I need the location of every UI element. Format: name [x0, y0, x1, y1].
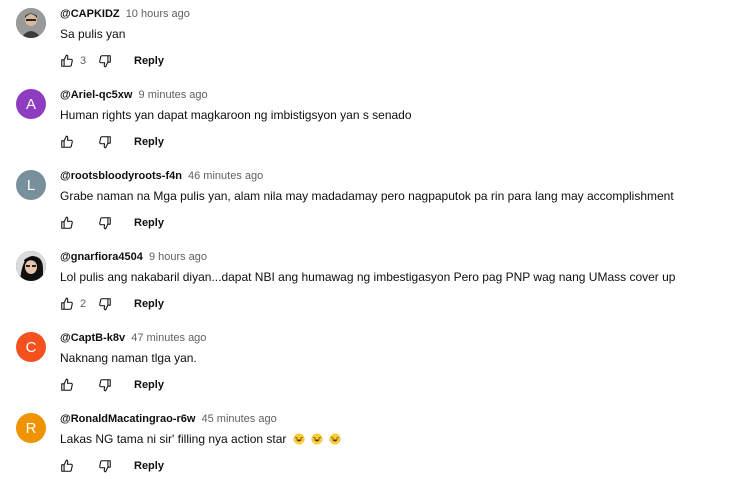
dislike-button[interactable] — [96, 376, 114, 394]
comment-text: Grabe naman na Mga pulis yan, alam nila … — [60, 189, 674, 203]
comment-item: @CAPKIDZ 10 hours ago Sa pulis yan 3 Rep… — [0, 0, 750, 80]
laughing-tears-emoji — [329, 433, 341, 445]
comment-text-line: Lakas NG tama ni sir' filling nya action… — [60, 432, 341, 446]
reply-button[interactable]: Reply — [134, 217, 164, 229]
comment-author[interactable]: @CaptB-k8v — [60, 332, 125, 344]
like-count: 3 — [80, 55, 87, 67]
laughing-tears-emoji — [293, 433, 305, 445]
comment-header: @RonaldMacatingrao-r6w 45 minutes ago — [60, 413, 277, 426]
thumb-down-outline-icon — [99, 379, 111, 392]
like-button[interactable] — [58, 214, 76, 232]
thumb-down-outline-icon — [99, 136, 111, 149]
like-button[interactable] — [58, 133, 76, 151]
avatar-letter: A — [25, 95, 36, 113]
comment-text: Lakas NG tama ni sir' filling nya action… — [60, 432, 287, 446]
like-button[interactable] — [58, 52, 76, 70]
dislike-button[interactable] — [96, 133, 114, 151]
avatar[interactable]: C — [16, 332, 46, 362]
comment-time[interactable]: 45 minutes ago — [201, 413, 276, 425]
comment-author[interactable]: @gnarfiora4504 — [60, 251, 143, 263]
comment-item: L @rootsbloodyroots-f4n 46 minutes ago G… — [0, 162, 750, 242]
reply-button[interactable]: Reply — [134, 379, 164, 391]
avatar[interactable]: L — [16, 170, 46, 200]
comment-text: Lol pulis ang nakabaril diyan...dapat NB… — [60, 270, 676, 284]
comment-text: Human rights yan dapat magkaroon ng imbi… — [60, 108, 412, 122]
comment-item: C @CaptB-k8v 47 minutes ago Naknang nama… — [0, 324, 750, 404]
thumb-up-outline-icon — [61, 135, 73, 148]
comment-header: @Ariel-qc5xw 9 minutes ago — [60, 89, 208, 102]
comment-header: @CAPKIDZ 10 hours ago — [60, 8, 190, 21]
avatar-letter: L — [26, 176, 36, 194]
comment-actions: Reply — [58, 133, 164, 151]
avatar[interactable] — [16, 8, 46, 38]
thumb-up-outline-icon — [61, 378, 73, 391]
avatar-letter: C — [25, 338, 37, 356]
laughing-tears-emoji — [311, 433, 323, 445]
comment-item: @gnarfiora4504 9 hours ago Lol pulis ang… — [0, 243, 750, 323]
thumb-up-outline-icon — [61, 297, 73, 310]
reply-button[interactable]: Reply — [134, 55, 164, 67]
dislike-button[interactable] — [96, 457, 114, 475]
comment-author[interactable]: @rootsbloodyroots-f4n — [60, 170, 182, 182]
thumb-down-outline-icon — [99, 55, 111, 68]
dislike-button[interactable] — [96, 52, 114, 70]
comment-time[interactable]: 47 minutes ago — [131, 332, 206, 344]
dislike-button[interactable] — [96, 214, 114, 232]
comment-actions: Reply — [58, 214, 164, 232]
like-button[interactable] — [58, 295, 76, 313]
comment-actions: 2 Reply — [58, 295, 164, 313]
comment-time[interactable]: 10 hours ago — [126, 8, 190, 20]
comment-time[interactable]: 9 minutes ago — [139, 89, 208, 101]
comment-time[interactable]: 46 minutes ago — [188, 170, 263, 182]
comment-author[interactable]: @CAPKIDZ — [60, 8, 120, 20]
comment-header: @rootsbloodyroots-f4n 46 minutes ago — [60, 170, 263, 183]
thumb-down-outline-icon — [99, 460, 111, 473]
comment-text: Sa pulis yan — [60, 27, 126, 41]
comment-header: @CaptB-k8v 47 minutes ago — [60, 332, 206, 345]
comment-item: A @Ariel-qc5xw 9 minutes ago Human right… — [0, 81, 750, 161]
thumb-down-outline-icon — [99, 217, 111, 230]
comment-header: @gnarfiora4504 9 hours ago — [60, 251, 207, 264]
comment-author[interactable]: @Ariel-qc5xw — [60, 89, 132, 101]
avatar[interactable] — [16, 251, 46, 281]
comment-actions: Reply — [58, 376, 164, 394]
thumb-down-outline-icon — [99, 298, 111, 311]
avatar[interactable]: R — [16, 413, 46, 443]
comment-text: Naknang naman tlga yan. — [60, 351, 197, 365]
comment-actions: Reply — [58, 457, 164, 475]
comment-author[interactable]: @RonaldMacatingrao-r6w — [60, 413, 195, 425]
reply-button[interactable]: Reply — [134, 298, 164, 310]
reply-button[interactable]: Reply — [134, 460, 164, 472]
comment-item: R @RonaldMacatingrao-r6w 45 minutes ago … — [0, 405, 750, 485]
comment-time[interactable]: 9 hours ago — [149, 251, 207, 263]
thumb-up-outline-icon — [61, 459, 73, 472]
like-button[interactable] — [58, 376, 76, 394]
avatar-letter: R — [25, 419, 37, 437]
comment-actions: 3 Reply — [58, 52, 164, 70]
avatar[interactable]: A — [16, 89, 46, 119]
reply-button[interactable]: Reply — [134, 136, 164, 148]
thumb-up-outline-icon — [61, 54, 73, 67]
thumb-up-outline-icon — [61, 216, 73, 229]
dislike-button[interactable] — [96, 295, 114, 313]
like-button[interactable] — [58, 457, 76, 475]
like-count: 2 — [80, 298, 87, 310]
